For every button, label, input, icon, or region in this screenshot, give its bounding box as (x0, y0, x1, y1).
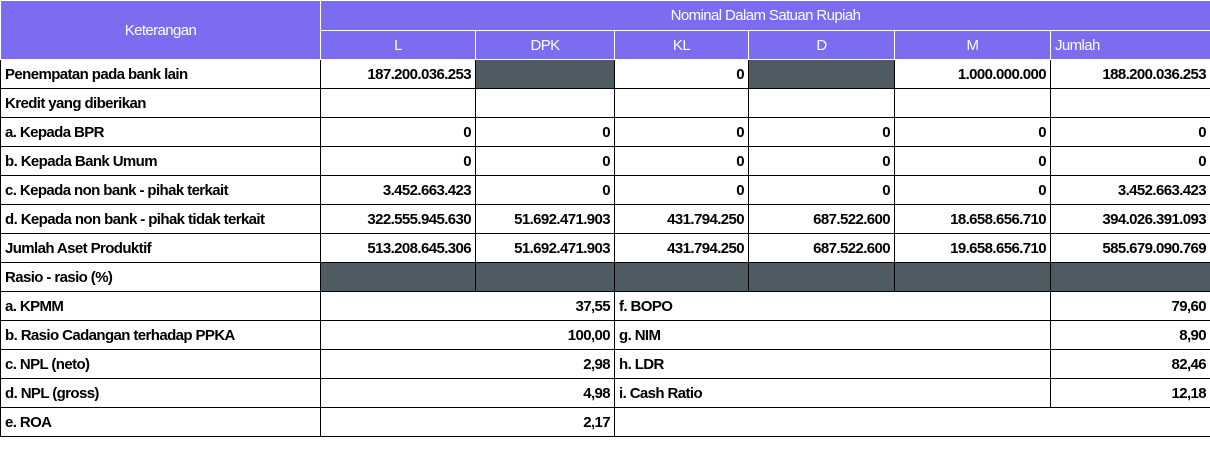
cell-empty (475, 88, 615, 118)
header-keterangan: Keterangan (0, 0, 321, 60)
rasio-row: a. KPMM 37,55 f. BOPO 79,60 (0, 291, 1210, 321)
table-row: d. Kepada non bank - pihak tidak terkait… (0, 204, 1210, 234)
rasio-right-value: 79,60 (1050, 291, 1210, 321)
cell-empty (1050, 88, 1210, 118)
cell-value: 0 (1050, 146, 1210, 176)
rasio-right-label: h. LDR (614, 349, 1051, 379)
row-label: Kredit yang diberikan (0, 88, 321, 118)
table-row: c. Kepada non bank - pihak terkait 3.452… (0, 175, 1210, 205)
cell-empty-dark (614, 262, 749, 292)
rasio-left-value: 2,98 (320, 349, 615, 379)
rasio-left-label: a. KPMM (0, 291, 321, 321)
rasio-right-value: 82,46 (1050, 349, 1210, 379)
row-label: Penempatan pada bank lain (0, 59, 321, 89)
rasio-left-value: 100,00 (320, 320, 615, 350)
cell-value: 0 (894, 117, 1051, 147)
cell-value: 0 (748, 146, 895, 176)
cell-value: 51.692.471.903 (475, 233, 615, 263)
cell-value: 1.000.000.000 (894, 59, 1051, 89)
rasio-left-label: d. NPL (gross) (0, 378, 321, 408)
cell-value: 394.026.391.093 (1050, 204, 1210, 234)
rasio-row: d. NPL (gross) 4,98 i. Cash Ratio 12,18 (0, 378, 1210, 408)
cell-value: 322.555.945.630 (320, 204, 476, 234)
rasio-left-value: 4,98 (320, 378, 615, 408)
rasio-left-label: e. ROA (0, 407, 321, 437)
cell-empty-dark (894, 262, 1051, 292)
rasio-left-label: c. NPL (neto) (0, 349, 321, 379)
cell-value: 0 (475, 175, 615, 205)
cell-empty (894, 88, 1051, 118)
cell-value: 0 (614, 117, 749, 147)
cell-value: 0 (475, 146, 615, 176)
rasio-title: Rasio - rasio (%) (0, 262, 321, 292)
cell-value: 0 (614, 175, 749, 205)
cell-value: 687.522.600 (748, 204, 895, 234)
cell-value: 585.679.090.769 (1050, 233, 1210, 263)
col-header-d: D (748, 30, 895, 60)
rasio-right-label: i. Cash Ratio (614, 378, 1051, 408)
cell-value: 3.452.663.423 (320, 175, 476, 205)
financial-table: Keterangan Nominal Dalam Satuan Rupiah L… (0, 0, 1210, 437)
col-header-kl: KL (614, 30, 749, 60)
cell-value: 0 (475, 117, 615, 147)
cell-value: 188.200.036.253 (1050, 59, 1210, 89)
rasio-left-value: 2,17 (320, 407, 615, 437)
table-row: a. Kepada BPR 0 0 0 0 0 0 (0, 117, 1210, 147)
cell-value: 0 (320, 117, 476, 147)
rasio-right-empty (614, 407, 1210, 437)
rasio-title-row: Rasio - rasio (%) (0, 262, 1210, 292)
cell-empty (748, 88, 895, 118)
cell-empty-dark (475, 262, 615, 292)
cell-value: 187.200.036.253 (320, 59, 476, 89)
rasio-row: c. NPL (neto) 2,98 h. LDR 82,46 (0, 349, 1210, 379)
cell-empty (614, 88, 749, 118)
cell-value: 513.208.645.306 (320, 233, 476, 263)
cell-value: 0 (1050, 117, 1210, 147)
cell-value: 431.794.250 (614, 233, 749, 263)
cell-empty-dark (475, 59, 615, 89)
rasio-right-value: 8,90 (1050, 320, 1210, 350)
cell-empty-dark (320, 262, 476, 292)
rasio-right-label: g. NIM (614, 320, 1051, 350)
table-row: b. Kepada Bank Umum 0 0 0 0 0 0 (0, 146, 1210, 176)
table-row-total: Jumlah Aset Produktif 513.208.645.306 51… (0, 233, 1210, 263)
cell-value: 19.658.656.710 (894, 233, 1051, 263)
rasio-left-label: b. Rasio Cadangan terhadap PPKA (0, 320, 321, 350)
cell-value: 431.794.250 (614, 204, 749, 234)
cell-empty-dark (748, 262, 895, 292)
cell-value: 0 (320, 146, 476, 176)
rasio-row: b. Rasio Cadangan terhadap PPKA 100,00 g… (0, 320, 1210, 350)
header-nominal: Nominal Dalam Satuan Rupiah (320, 0, 1210, 31)
row-label: c. Kepada non bank - pihak terkait (0, 175, 321, 205)
row-label: d. Kepada non bank - pihak tidak terkait (0, 204, 321, 234)
row-label: a. Kepada BPR (0, 117, 321, 147)
col-header-l: L (320, 30, 476, 60)
cell-value: 0 (748, 117, 895, 147)
cell-value: 0 (894, 146, 1051, 176)
table-row: Kredit yang diberikan (0, 88, 1210, 118)
rasio-row: e. ROA 2,17 (0, 407, 1210, 437)
col-header-m: M (894, 30, 1051, 60)
cell-empty-dark (748, 59, 895, 89)
cell-value: 3.452.663.423 (1050, 175, 1210, 205)
cell-value: 687.522.600 (748, 233, 895, 263)
rasio-right-value: 12,18 (1050, 378, 1210, 408)
cell-empty-dark (1050, 262, 1210, 292)
rasio-right-label: f. BOPO (614, 291, 1051, 321)
cell-value: 51.692.471.903 (475, 204, 615, 234)
cell-empty (320, 88, 476, 118)
rasio-left-value: 37,55 (320, 291, 615, 321)
col-header-jumlah: Jumlah (1050, 30, 1210, 60)
row-label: b. Kepada Bank Umum (0, 146, 321, 176)
table-row: Penempatan pada bank lain 187.200.036.25… (0, 59, 1210, 89)
cell-value: 0 (894, 175, 1051, 205)
col-header-dpk: DPK (475, 30, 615, 60)
cell-value: 0 (614, 146, 749, 176)
cell-value: 0 (614, 59, 749, 89)
cell-value: 18.658.656.710 (894, 204, 1051, 234)
cell-value: 0 (748, 175, 895, 205)
row-label: Jumlah Aset Produktif (0, 233, 321, 263)
